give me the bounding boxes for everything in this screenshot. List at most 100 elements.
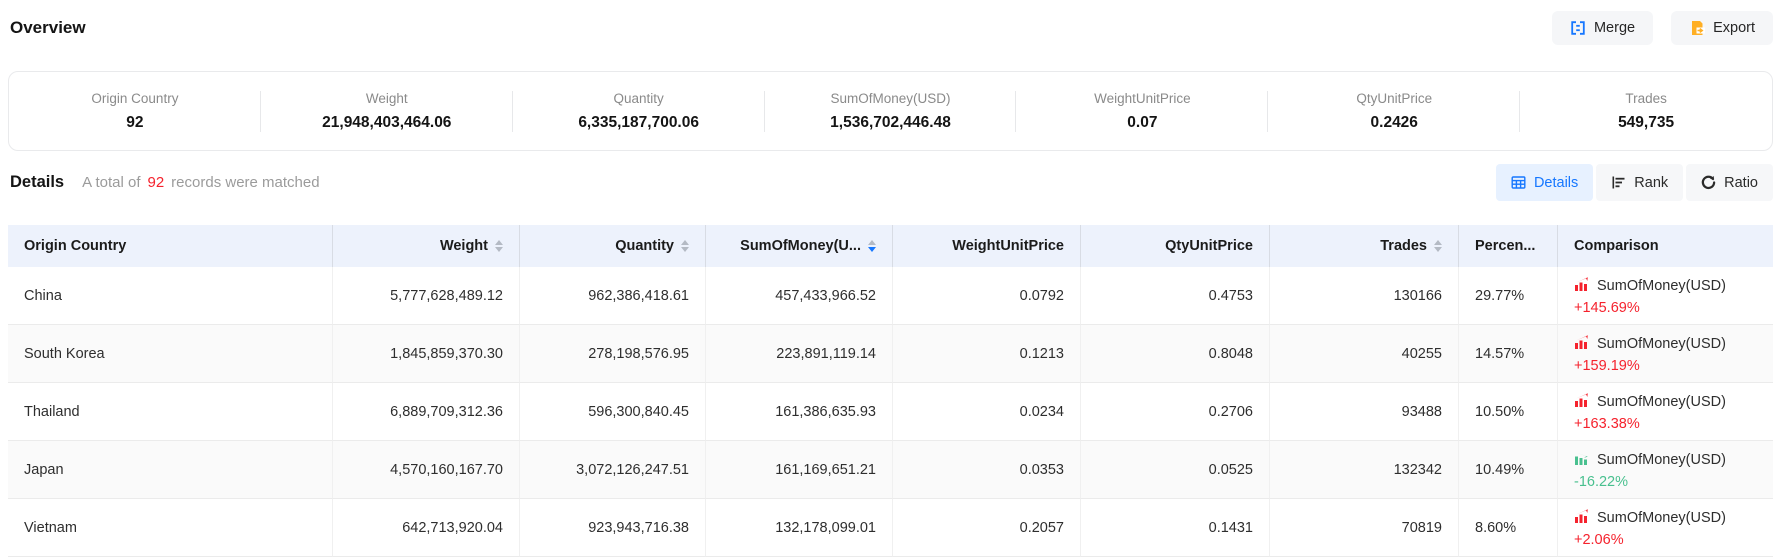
cell-percentage: 8.60% bbox=[1459, 499, 1558, 557]
stat-label: Weight bbox=[261, 91, 513, 106]
col-label: QtyUnitPrice bbox=[1165, 238, 1253, 254]
export-button[interactable]: Export bbox=[1671, 11, 1773, 45]
col-header-weight-unit-price: WeightUnitPrice bbox=[893, 225, 1081, 267]
trend-up-icon bbox=[1574, 508, 1590, 528]
cell-trades: 132342 bbox=[1270, 441, 1459, 499]
col-label: Trades bbox=[1380, 238, 1427, 254]
comparison-metric-label: SumOfMoney(USD) bbox=[1597, 452, 1726, 468]
cell-percentage: 10.49% bbox=[1459, 441, 1558, 499]
cell-trades: 70819 bbox=[1270, 499, 1459, 557]
merge-button-label: Merge bbox=[1594, 20, 1635, 36]
cell-weight: 6,889,709,312.36 bbox=[333, 383, 520, 441]
col-header-sum-of-money[interactable]: SumOfMoney(U... bbox=[706, 225, 893, 267]
col-header-percentage: Percen... bbox=[1459, 225, 1558, 267]
cell-percentage: 29.77% bbox=[1459, 267, 1558, 325]
col-label: SumOfMoney(U... bbox=[740, 238, 861, 254]
stat-qty-unit-price: QtyUnitPrice 0.2426 bbox=[1268, 85, 1520, 138]
cell-weight-unit-price: 0.1213 bbox=[893, 325, 1081, 383]
stat-trades: Trades 549,735 bbox=[1520, 85, 1772, 138]
cell-sum-of-money: 223,891,119.14 bbox=[706, 325, 893, 383]
tab-rank-label: Rank bbox=[1634, 175, 1668, 191]
stat-value: 6,335,187,700.06 bbox=[513, 114, 765, 132]
cell-trades: 93488 bbox=[1270, 383, 1459, 441]
comparison-metric-label: SumOfMoney(USD) bbox=[1597, 394, 1726, 410]
comparison-change-value: +159.19% bbox=[1574, 358, 1773, 374]
table-header: Origin Country Weight Quantity SumOfMone… bbox=[8, 225, 1773, 267]
sort-toggle[interactable] bbox=[1434, 240, 1442, 252]
ratio-circular-icon bbox=[1701, 175, 1716, 190]
cell-country: Vietnam bbox=[8, 499, 333, 557]
stat-origin-country: Origin Country 92 bbox=[9, 85, 261, 138]
col-header-quantity[interactable]: Quantity bbox=[520, 225, 706, 267]
trend-down-icon bbox=[1574, 450, 1590, 470]
table-body: China 5,777,628,489.12 962,386,418.61 45… bbox=[8, 267, 1773, 557]
stat-value: 549,735 bbox=[1520, 114, 1772, 132]
stat-weight-unit-price: WeightUnitPrice 0.07 bbox=[1016, 85, 1268, 138]
tab-rank[interactable]: Rank bbox=[1596, 164, 1683, 201]
col-header-weight[interactable]: Weight bbox=[333, 225, 520, 267]
col-label: WeightUnitPrice bbox=[952, 238, 1064, 254]
cell-trades: 40255 bbox=[1270, 325, 1459, 383]
comparison-change-value: +163.38% bbox=[1574, 416, 1773, 432]
col-header-comparison: Comparison bbox=[1558, 225, 1773, 267]
page-title: Overview bbox=[8, 18, 86, 38]
cell-quantity: 278,198,576.95 bbox=[520, 325, 706, 383]
sort-toggle[interactable] bbox=[868, 240, 876, 252]
cell-sum-of-money: 161,169,651.21 bbox=[706, 441, 893, 499]
table-grid-icon bbox=[1511, 175, 1526, 190]
topbar: Overview Merge bbox=[8, 10, 1773, 46]
tab-ratio[interactable]: Ratio bbox=[1686, 164, 1773, 201]
cell-weight-unit-price: 0.0353 bbox=[893, 441, 1081, 499]
merge-button[interactable]: Merge bbox=[1552, 11, 1653, 45]
cell-comparison: SumOfMoney(USD) +159.19% bbox=[1558, 325, 1773, 383]
table-row-thailand: Thailand 6,889,709,312.36 596,300,840.45… bbox=[8, 383, 1773, 441]
sort-toggle[interactable] bbox=[681, 240, 689, 252]
comparison-metric-label: SumOfMoney(USD) bbox=[1597, 336, 1726, 352]
stat-value: 1,536,702,446.48 bbox=[765, 114, 1017, 132]
cell-comparison: SumOfMoney(USD) -16.22% bbox=[1558, 441, 1773, 499]
cell-quantity: 923,943,716.38 bbox=[520, 499, 706, 557]
cell-comparison: SumOfMoney(USD) +163.38% bbox=[1558, 383, 1773, 441]
overview-stats-panel: Origin Country 92 Weight 21,948,403,464.… bbox=[8, 71, 1773, 151]
col-label: Percen... bbox=[1475, 238, 1535, 254]
trend-up-icon bbox=[1574, 392, 1590, 412]
merge-icon bbox=[1570, 20, 1586, 36]
cell-weight: 642,713,920.04 bbox=[333, 499, 520, 557]
tab-details[interactable]: Details bbox=[1496, 164, 1593, 201]
summary-suffix: records were matched bbox=[171, 174, 319, 191]
cell-qty-unit-price: 0.2706 bbox=[1081, 383, 1270, 441]
export-button-label: Export bbox=[1713, 20, 1755, 36]
cell-country: South Korea bbox=[8, 325, 333, 383]
stat-label: Trades bbox=[1520, 91, 1772, 106]
stat-value: 0.07 bbox=[1016, 114, 1268, 132]
cell-weight-unit-price: 0.0792 bbox=[893, 267, 1081, 325]
table-row-japan: Japan 4,570,160,167.70 3,072,126,247.51 … bbox=[8, 441, 1773, 499]
cell-comparison: SumOfMoney(USD) +145.69% bbox=[1558, 267, 1773, 325]
cell-weight-unit-price: 0.0234 bbox=[893, 383, 1081, 441]
col-header-qty-unit-price: QtyUnitPrice bbox=[1081, 225, 1270, 267]
export-icon bbox=[1689, 20, 1705, 36]
cell-trades: 130166 bbox=[1270, 267, 1459, 325]
cell-sum-of-money: 132,178,099.01 bbox=[706, 499, 893, 557]
cell-country: Thailand bbox=[8, 383, 333, 441]
details-bar: Details A total of92records were matched… bbox=[8, 164, 1773, 201]
table-row-vietnam: Vietnam 642,713,920.04 923,943,716.38 13… bbox=[8, 499, 1773, 557]
cell-quantity: 3,072,126,247.51 bbox=[520, 441, 706, 499]
table-row-china: China 5,777,628,489.12 962,386,418.61 45… bbox=[8, 267, 1773, 325]
cell-weight: 5,777,628,489.12 bbox=[333, 267, 520, 325]
records-summary: A total of92records were matched bbox=[82, 174, 319, 191]
cell-country: China bbox=[8, 267, 333, 325]
stat-label: Origin Country bbox=[9, 91, 261, 106]
col-header-trades[interactable]: Trades bbox=[1270, 225, 1459, 267]
stat-weight: Weight 21,948,403,464.06 bbox=[261, 85, 513, 138]
sort-toggle[interactable] bbox=[495, 240, 503, 252]
trend-up-icon bbox=[1574, 276, 1590, 296]
comparison-metric-label: SumOfMoney(USD) bbox=[1597, 510, 1726, 526]
col-label: Origin Country bbox=[24, 238, 126, 254]
cell-weight-unit-price: 0.2057 bbox=[893, 499, 1081, 557]
cell-comparison: SumOfMoney(USD) +2.06% bbox=[1558, 499, 1773, 557]
stat-label: QtyUnitPrice bbox=[1268, 91, 1520, 106]
stat-label: SumOfMoney(USD) bbox=[765, 91, 1017, 106]
rank-bars-icon bbox=[1611, 175, 1626, 190]
cell-quantity: 962,386,418.61 bbox=[520, 267, 706, 325]
